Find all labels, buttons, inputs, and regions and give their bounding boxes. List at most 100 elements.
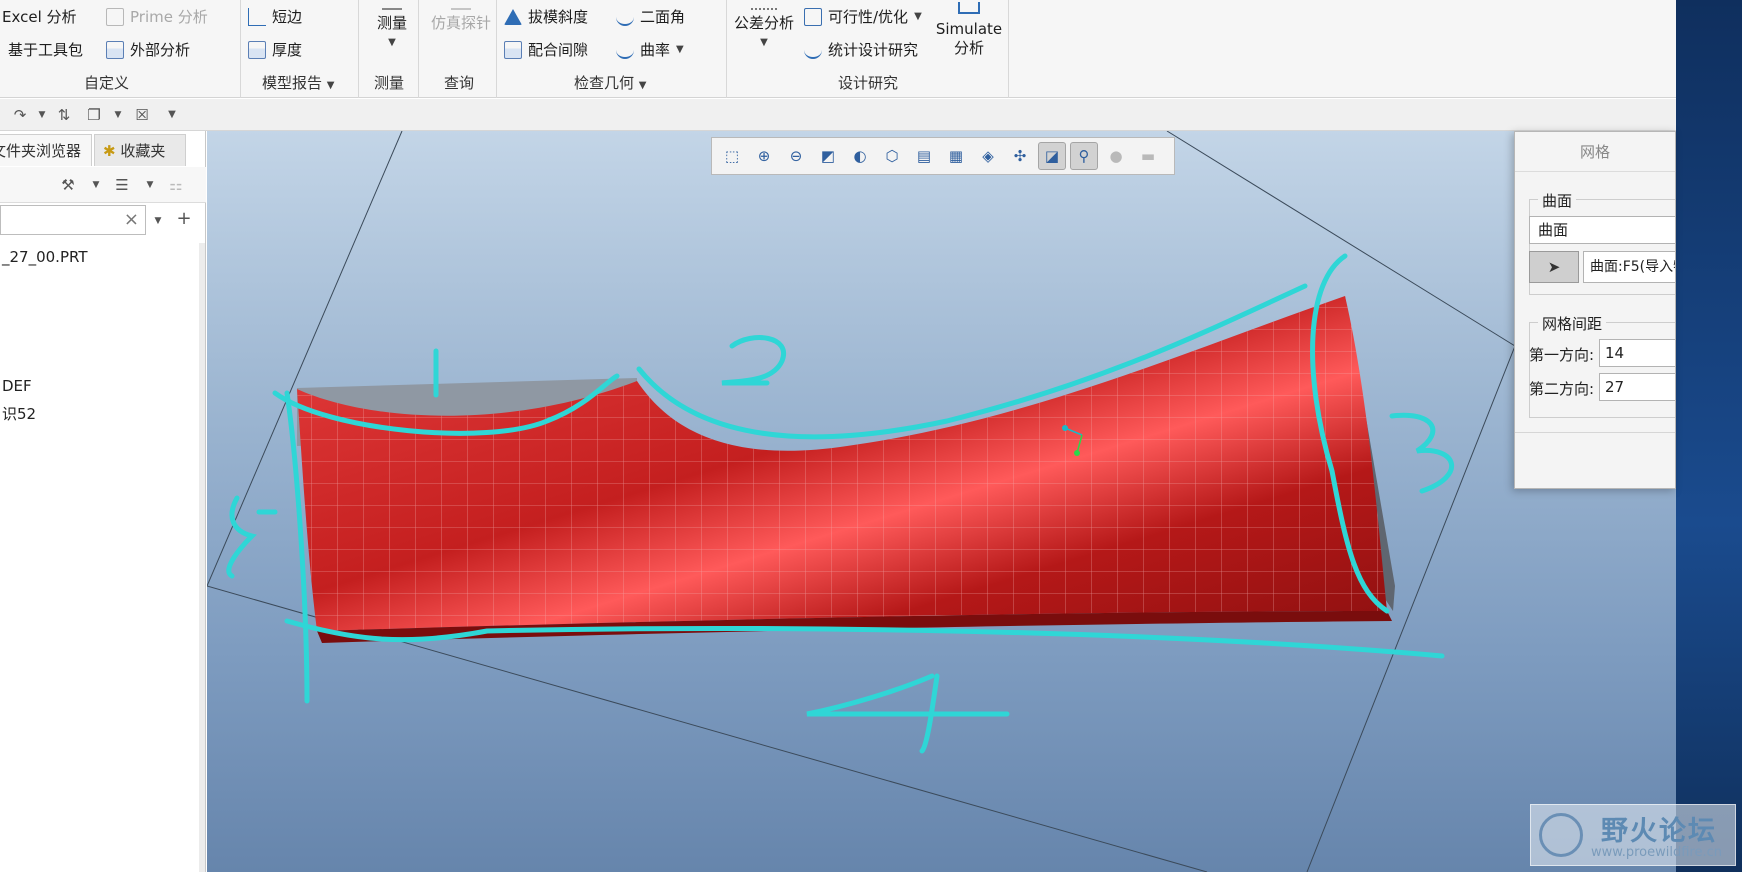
measure-button[interactable]: 测量 ▼ [366,2,418,52]
tree-item-feature[interactable]: 识52 [2,403,36,424]
thickness-label: 厚度 [272,41,303,59]
inspect-geometry-group-text: 检查几何 [574,74,635,92]
short-edge-icon [248,7,266,26]
tab-folder-browser-label: 文件夹浏览器 [0,142,82,160]
mesh-surface [297,296,1392,643]
chevron-down-icon[interactable]: ▼ [142,177,158,193]
close-window-icon[interactable]: ☒ [134,107,150,123]
thickness-icon [248,40,266,59]
measure-group-label: 测量 [374,74,405,92]
chevron-down-icon[interactable]: ▼ [110,107,126,123]
display-style-icon[interactable]: ◐ [846,142,874,170]
datum-display-icon[interactable]: ✣ [1006,142,1034,170]
ribbon: Excel 分析 Prime 分析 基于工具包 外部分析 自定义 短边 厚度 模… [0,0,1676,98]
render-icon: ▬ [1140,147,1156,165]
query-group-label: 查询 [444,74,475,92]
group-separator [1008,0,1009,98]
tree-item-def[interactable]: DEF [2,377,32,395]
chevron-down-icon[interactable]: ▼ [88,177,104,193]
graphics-viewport[interactable]: 1 2 3 4 1 ⬚ ⊕ ⊖ ◩ ◐ ⬡ ▤ ▦ ◈ ✣ ◪ ⚲ ● ▬ [207,131,1676,872]
probe-icon [451,2,471,10]
dihedral-button[interactable]: 二面角 [616,6,685,27]
draft-button[interactable]: 拔模斜度 [504,6,588,27]
fit-clearance-label: 配合间隙 [528,41,589,59]
clear-search-icon[interactable]: × [124,206,139,234]
thickness-button[interactable]: 厚度 [248,39,302,60]
first-direction-input[interactable]: 14 [1599,339,1675,367]
surface-type-select[interactable]: 曲面 ▼ [1529,216,1675,244]
repaint-icon[interactable]: ◩ [814,142,842,170]
statistical-study-button[interactable]: 统计设计研究 [804,39,918,60]
curvature-button[interactable]: 曲率 ▼ [616,39,684,60]
customize-group-label: 自定义 [84,74,130,92]
regenerate-icon[interactable]: ⇅ [56,107,72,123]
perspective-icon[interactable]: ▦ [942,142,970,170]
external-analysis-button[interactable]: 外部分析 [106,39,190,60]
spin-center-icon[interactable]: ⚲ [1070,142,1098,170]
dihedral-icon [616,8,634,26]
prime-analysis-label: Prime 分析 [130,8,208,26]
draft-label: 拔模斜度 [528,8,589,26]
feasibility-label: 可行性/优化 [828,8,909,26]
annotation-display-icon[interactable]: ◪ [1038,142,1066,170]
group-separator [358,0,359,98]
chevron-down-icon: ▼ [388,37,396,48]
simulate-analysis-button[interactable]: Simulate 分析 [934,2,1004,58]
appearance-icon: ● [1109,147,1123,165]
show-icon[interactable]: ☰ [114,177,130,193]
view-manager-icon[interactable]: ▤ [910,142,938,170]
toolkit-analysis-button[interactable]: 基于工具包 [0,39,83,60]
chevron-down-icon[interactable]: ▼ [150,213,166,229]
zoom-out-icon[interactable]: ⊖ [782,142,810,170]
draft-icon [504,8,522,25]
add-icon[interactable]: + [176,210,192,228]
redo-icon[interactable]: ↷ [12,107,28,123]
surface-reference-field[interactable]: 曲面:F5(导入特征) [1583,251,1675,283]
watermark-url: www.proewildfire.cn [1591,845,1722,860]
second-direction-label: 第二方向: [1529,380,1595,398]
dialog-divider [1515,432,1675,433]
saved-orientations-icon[interactable]: ⬡ [878,142,906,170]
dihedral-label: 二面角 [640,8,686,26]
zoom-in-icon[interactable]: ⊕ [750,142,778,170]
model-canvas [207,131,1516,872]
prime-icon [106,7,124,26]
second-direction-input[interactable]: 27 [1599,373,1675,401]
toolkit-analysis-label: 基于工具包 [8,41,84,59]
excel-analysis-button[interactable]: Excel 分析 [2,6,77,27]
quick-access-toolbar: ↷ ▼ ⇅ ❐ ▼ ☒ ▼ [0,99,1676,131]
chevron-down-icon: ▼ [676,44,684,55]
navigator-scrollbar[interactable] [199,243,205,872]
simulate-label-line1: Simulate [935,20,1003,38]
fit-clearance-button[interactable]: 配合间隙 [504,39,588,60]
inspect-geometry-group-label[interactable]: 检查几何 ▼ [574,72,647,93]
statistical-study-label: 统计设计研究 [828,41,919,59]
simulation-probe-button: 仿真探针 [424,2,498,33]
section-icon[interactable]: ◈ [974,142,1002,170]
feasibility-button[interactable]: 可行性/优化 ▼ [804,6,922,27]
search-input[interactable]: × [0,205,146,235]
select-pointer-button[interactable]: ➤ [1529,251,1579,283]
mesh-dialog: 网格 曲面 曲面 ▼ ➤ 曲面:F5(导入特征) 网格间距 第一方向: 14 第… [1514,131,1676,489]
measure-button-label: 测量 [376,14,407,32]
filter-icon: ⚏ [169,176,183,194]
tab-favorites[interactable]: ✱ 收藏夹 [94,134,186,166]
first-direction-label: 第一方向: [1529,346,1595,364]
tree-item-part[interactable]: _27_00.PRT [2,248,87,266]
cursor-arrow-icon: ➤ [1547,258,1561,276]
refit-icon[interactable]: ⬚ [718,142,746,170]
windows-icon[interactable]: ❐ [86,107,102,123]
customize-toolbar-icon[interactable]: ▼ [164,107,180,123]
short-edge-button[interactable]: 短边 [248,6,302,27]
design-study-group-label: 设计研究 [838,74,899,92]
chevron-down-icon[interactable]: ▼ [34,107,50,123]
settings-icon[interactable]: ⚒ [60,177,76,193]
model-report-group-label[interactable]: 模型报告 ▼ [262,72,335,93]
external-analysis-label: 外部分析 [130,41,191,59]
tab-folder-browser[interactable]: 文件夹浏览器 [0,134,92,166]
spacing-group: 网格间距 [1529,313,1675,418]
chevron-down-icon: ▼ [760,37,768,48]
curvature-icon [616,41,634,59]
tolerance-analysis-button[interactable]: 公差分析 ▼ [732,2,796,52]
feasibility-icon [804,7,822,26]
